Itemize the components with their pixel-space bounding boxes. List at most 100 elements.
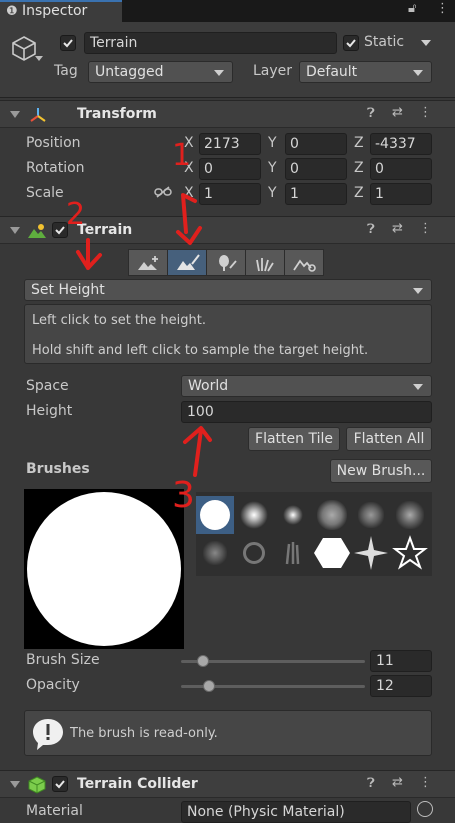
more-menu-icon[interactable]: ⋮ [436,1,449,16]
brush-item[interactable] [391,496,429,534]
gameobject-cube-icon [12,36,36,61]
new-brush-button[interactable]: New Brush... [330,459,432,483]
position-label: Position [26,135,81,151]
terrain-header[interactable]: Terrain ❓︎ ⇄ ⋮ [0,216,455,244]
scale-y-input[interactable]: 1 [285,183,347,205]
paint-terrain-button[interactable] [167,249,207,276]
layer-dropdown[interactable]: Default [299,61,432,83]
brush-item[interactable] [235,534,273,572]
transform-title: Transform [77,106,157,122]
brush-item[interactable] [352,534,390,572]
brush-hard-circle [200,500,230,530]
info-icon: ❶ [6,4,18,19]
tab-inspector[interactable]: ❶ Inspector [0,0,122,22]
brush-item[interactable] [274,534,312,572]
axis-y-label[interactable]: Y [268,160,277,176]
terrain-icon [28,224,46,238]
brush-ring [243,542,265,564]
axis-z-label[interactable]: Z [354,185,364,201]
space-dropdown[interactable]: World [181,375,432,397]
brush-rough [396,501,424,529]
axis-z-label[interactable]: Z [354,135,364,151]
help-icon[interactable]: ❓︎ [367,776,375,791]
terrain-enabled-checkbox[interactable] [52,222,68,238]
icon-dropdown-caret-icon[interactable] [35,56,43,61]
preset-icon[interactable]: ⇄ [392,775,403,790]
transform-header[interactable]: Transform ❓︎ ⇄ ⋮ [0,100,455,128]
brush-item[interactable] [313,496,351,534]
height-input[interactable]: 100 [181,401,432,423]
terrain-title: Terrain [77,222,133,238]
more-menu-icon[interactable]: ⋮ [419,105,432,120]
rotation-y-input[interactable]: 0 [285,158,347,180]
brush-item[interactable] [391,534,429,572]
axis-x-label[interactable]: X [184,185,194,201]
scale-x-input[interactable]: 1 [199,183,261,205]
preset-icon[interactable]: ⇄ [392,105,403,120]
readonly-message: The brush is read-only. [70,726,218,741]
flatten-all-button[interactable]: Flatten All [346,427,432,451]
brush-item[interactable] [274,496,312,534]
brush-preview [24,489,184,649]
material-field[interactable]: None (Physic Material) [181,801,411,823]
brush-item[interactable] [196,534,234,572]
more-menu-icon[interactable]: ⋮ [419,221,432,236]
scale-z-input[interactable]: 1 [370,183,432,205]
object-name-input[interactable]: Terrain [84,32,337,54]
create-neighbor-terrains-button[interactable] [128,249,168,276]
constrain-proportions-link-icon[interactable] [154,185,172,199]
tool-dropdown[interactable]: Set Height [24,279,432,301]
material-label: Material [26,803,83,819]
tag-dropdown[interactable]: Untagged [88,61,233,83]
help-line-2: Hold shift and left click to sample the … [32,343,369,358]
tree-icon [219,255,237,271]
brush-item[interactable] [235,496,273,534]
more-menu-icon[interactable]: ⋮ [419,775,432,790]
opacity-input[interactable]: 12 [370,675,432,697]
paint-trees-button[interactable] [206,249,246,276]
foldout-icon[interactable] [10,227,20,234]
rotation-x-input[interactable]: 0 [199,158,261,180]
brush-size-input[interactable]: 11 [370,650,432,672]
layer-value: Default [306,64,358,80]
lock-icon[interactable]: 🔓︎ [408,1,416,16]
active-checkbox[interactable] [60,35,76,51]
collider-enabled-checkbox[interactable] [52,776,68,792]
axis-x-label[interactable]: X [184,160,194,176]
terrain-settings-button[interactable] [284,249,324,276]
preset-icon[interactable]: ⇄ [392,221,403,236]
tab-title: Inspector [22,3,88,19]
position-z-input[interactable]: -4337 [370,133,432,155]
foldout-icon[interactable] [10,111,20,118]
terrain-collider-header[interactable]: Terrain Collider ❓︎ ⇄ ⋮ [0,770,455,798]
flatten-tile-button[interactable]: Flatten Tile [248,427,340,451]
brush-item[interactable] [352,496,390,534]
axis-y-label[interactable]: Y [268,185,277,201]
brush-size-label: Brush Size [26,652,100,668]
axis-x-label[interactable]: X [184,135,194,151]
rotation-z-input[interactable]: 0 [370,158,432,180]
help-icon[interactable]: ❓︎ [367,222,375,237]
opacity-slider-knob[interactable] [202,680,215,692]
axis-y-label[interactable]: Y [268,135,277,151]
static-checkbox[interactable] [343,35,359,51]
foldout-icon[interactable] [10,781,20,788]
collider-cube-icon [28,776,46,794]
brush-item[interactable] [196,496,234,534]
brushes-label: Brushes [26,461,90,477]
axis-z-label[interactable]: Z [354,160,364,176]
brush-noise [358,502,384,528]
paint-details-button[interactable] [245,249,285,276]
brush-item[interactable] [313,534,351,572]
brush-size-slider-knob[interactable] [197,655,210,667]
static-dropdown-icon[interactable] [421,40,431,46]
position-x-input[interactable]: 2173 [199,133,261,155]
tool-help-box: Left click to set the height. Hold shift… [24,304,432,364]
help-icon[interactable]: ❓︎ [367,106,375,121]
chevron-down-icon [413,384,423,390]
position-y-input[interactable]: 0 [285,133,347,155]
collider-title: Terrain Collider [77,776,198,792]
object-picker-icon[interactable] [417,801,433,817]
brush-small-soft [283,505,303,525]
grass-icon [256,258,274,272]
